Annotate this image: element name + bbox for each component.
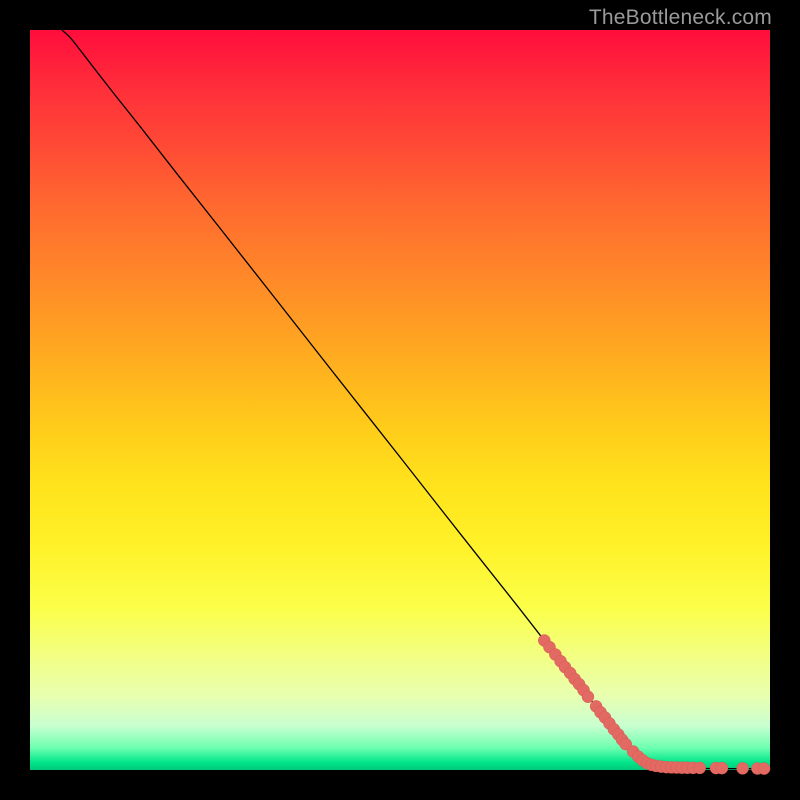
chart-curve bbox=[62, 30, 766, 769]
chart-marker bbox=[694, 762, 706, 774]
watermark-text: TheBottleneck.com bbox=[589, 6, 772, 30]
chart-markers bbox=[538, 635, 770, 775]
chart-marker bbox=[582, 691, 594, 703]
chart-svg bbox=[30, 30, 770, 770]
chart-marker bbox=[716, 762, 728, 774]
chart-marker bbox=[737, 762, 749, 774]
chart-marker bbox=[758, 763, 770, 775]
chart-stage: TheBottleneck.com bbox=[0, 0, 800, 800]
